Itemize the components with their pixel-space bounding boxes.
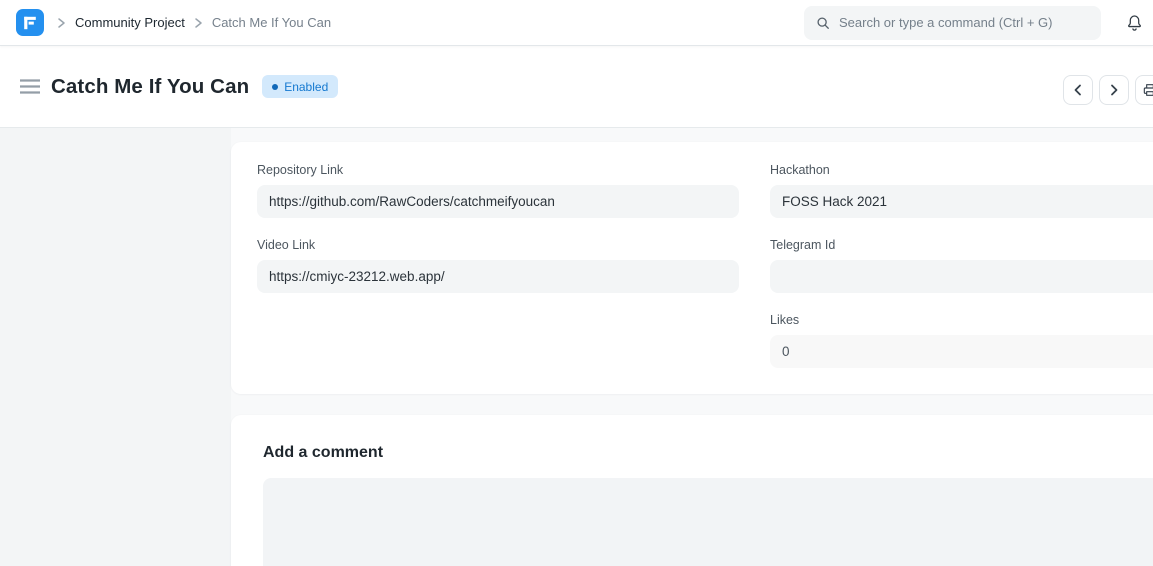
status-dot-icon [272,84,278,90]
page-body: Repository Link Video Link Hackathon Tel [0,128,1153,566]
menu-icon [20,79,40,94]
video-link-input[interactable] [257,260,739,293]
field-label: Video Link [257,238,739,252]
add-comment-heading: Add a comment [263,444,1153,462]
page-actions [1063,75,1153,105]
global-search[interactable] [804,6,1101,40]
search-input[interactable] [839,15,1089,30]
form-column-left: Repository Link Video Link [257,163,739,293]
form-column-right: Hackathon Telegram Id Likes [770,163,1153,368]
field-label: Repository Link [257,163,739,177]
hackathon-input[interactable] [770,185,1153,218]
breadcrumb: Community Project Catch Me If You Can [57,15,331,30]
field-label: Likes [770,313,1153,327]
chevron-left-icon [1073,84,1083,96]
field-label: Hackathon [770,163,1153,177]
chevron-right-icon [194,17,203,29]
search-icon [816,16,830,30]
notifications-button[interactable] [1117,13,1151,33]
repository-link-input[interactable] [257,185,739,218]
bell-icon [1125,13,1144,33]
chevron-right-icon [1109,84,1119,96]
comment-input[interactable] [263,478,1153,566]
field-hackathon: Hackathon [770,163,1153,218]
page-head: Catch Me If You Can Enabled [0,46,1153,128]
frappe-logo[interactable] [16,9,44,36]
likes-input[interactable] [770,335,1153,368]
printer-icon [1142,82,1153,98]
chevron-right-icon [57,17,66,29]
field-label: Telegram Id [770,238,1153,252]
field-telegram-id: Telegram Id [770,238,1153,293]
status-badge: Enabled [262,75,338,98]
sidebar-toggle-button[interactable] [18,75,42,98]
status-label: Enabled [284,80,328,94]
form-layout: Repository Link Video Link Hackathon Tel [231,128,1153,566]
field-repository-link: Repository Link [257,163,739,218]
next-document-button[interactable] [1099,75,1129,105]
breadcrumb-item-current: Catch Me If You Can [212,15,331,30]
form-sidebar [0,128,231,566]
prev-document-button[interactable] [1063,75,1093,105]
telegram-id-input[interactable] [770,260,1153,293]
frappe-logo-glyph [22,15,38,31]
comments-section-card: Add a comment [231,415,1153,566]
navbar: Community Project Catch Me If You Can [0,0,1153,46]
page-title: Catch Me If You Can [51,75,249,99]
field-likes: Likes [770,313,1153,368]
print-button[interactable] [1135,75,1153,105]
field-video-link: Video Link [257,238,739,293]
breadcrumb-item-community-project[interactable]: Community Project [75,15,185,30]
form-section-card: Repository Link Video Link Hackathon Tel [231,142,1153,394]
